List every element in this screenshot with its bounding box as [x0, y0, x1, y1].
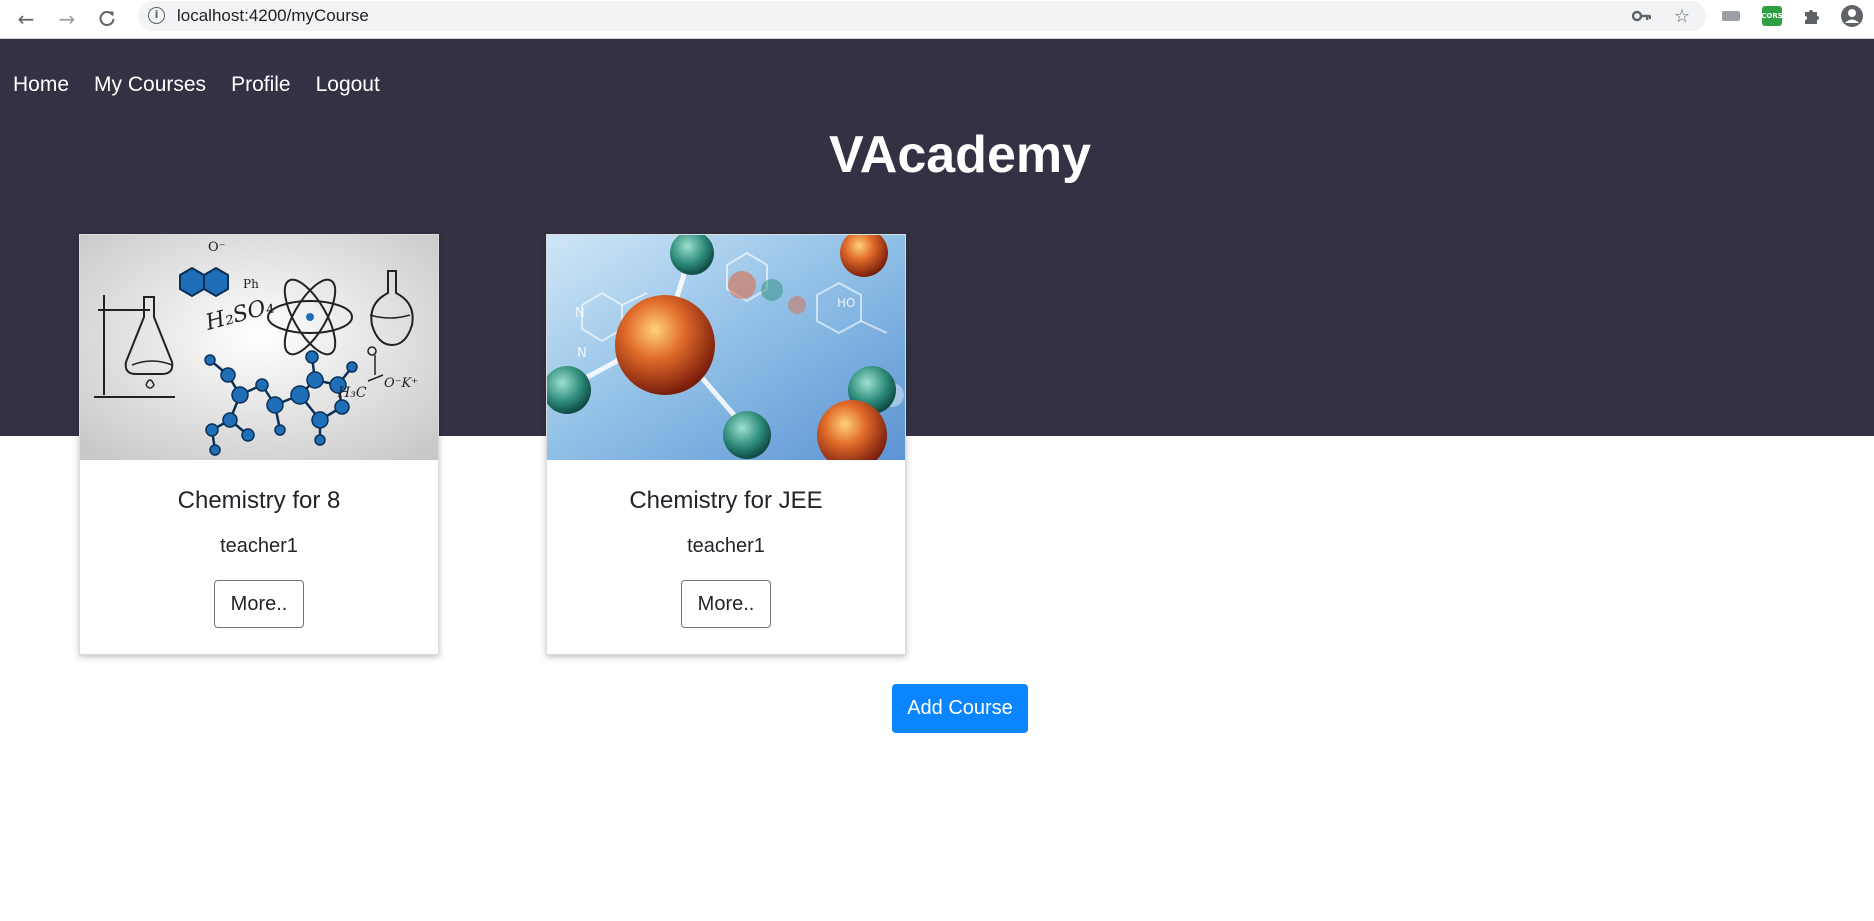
main-nav: Home My Courses Profile Logout	[13, 73, 405, 97]
back-arrow-icon[interactable]: ←	[11, 4, 41, 34]
course-image-chemistry-sketch[interactable]: O⁻ Ph H₂SO₄ H₃C O⁻K⁺	[80, 235, 438, 460]
site-title: VAcademy	[828, 126, 1092, 184]
formula-label: H₃C	[337, 385, 367, 401]
star-icon[interactable]: ☆	[1670, 4, 1694, 28]
course-title: Chemistry for 8	[177, 487, 341, 514]
reload-icon[interactable]	[92, 4, 122, 34]
extension-icon[interactable]	[1719, 4, 1743, 28]
course-title: Chemistry for JEE	[629, 487, 823, 514]
formula-label: Ph	[243, 277, 259, 291]
forward-arrow-icon[interactable]: →	[52, 4, 82, 34]
profile-icon[interactable]	[1840, 4, 1864, 28]
course-image-molecule-render[interactable]: N N HO OH	[547, 235, 905, 460]
course-teacher: teacher1	[687, 535, 765, 557]
course-card: O⁻ Ph H₂SO₄ H₃C O⁻K⁺ Chemistry for 8 tea…	[79, 234, 439, 655]
course-teacher: teacher1	[220, 535, 298, 557]
puzzle-icon[interactable]	[1800, 4, 1824, 28]
nav-my-courses-link[interactable]: My Courses	[94, 73, 206, 97]
key-icon[interactable]	[1630, 4, 1654, 28]
url-text[interactable]: localhost:4200/myCourse	[177, 6, 369, 26]
more-button[interactable]: More..	[214, 580, 304, 628]
add-course-button[interactable]: Add Course	[892, 684, 1028, 733]
browser-toolbar: ← → i localhost:4200/myCourse ☆ CORS	[0, 0, 1874, 39]
course-card: N N HO OH Chemistry for JEE tea	[546, 234, 906, 655]
svg-text:N: N	[575, 306, 585, 321]
nav-logout-link[interactable]: Logout	[316, 73, 380, 97]
formula-label: O⁻	[208, 240, 226, 255]
formula-label: O⁻K⁺	[384, 376, 418, 391]
info-icon[interactable]: i	[148, 7, 165, 24]
cors-extension-icon[interactable]: CORS	[1760, 4, 1784, 28]
address-bar[interactable]	[138, 1, 1706, 31]
nav-home-link[interactable]: Home	[13, 73, 69, 97]
more-button[interactable]: More..	[681, 580, 771, 628]
svg-text:N: N	[577, 346, 587, 361]
nav-profile-link[interactable]: Profile	[231, 73, 291, 97]
formula-label: HO	[837, 296, 855, 310]
